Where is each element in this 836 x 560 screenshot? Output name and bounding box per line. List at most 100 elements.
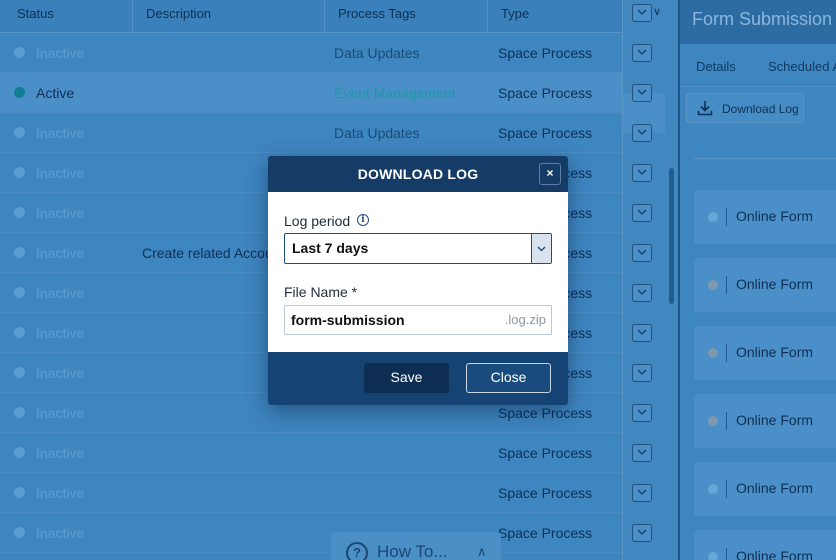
row-expand-button[interactable] (632, 44, 652, 62)
status-dot (14, 527, 25, 538)
status-text: Inactive (36, 365, 85, 381)
dialog-body: Log period i Last 7 days File Name * for… (268, 192, 568, 352)
how-to-label: How To... (377, 542, 448, 560)
file-name-input[interactable]: form-submission .log.zip (284, 305, 552, 335)
dropdown-arrow[interactable] (531, 234, 551, 263)
save-button[interactable]: Save (364, 363, 449, 393)
close-button[interactable]: Close (466, 363, 551, 393)
status-dot (14, 327, 25, 338)
close-icon[interactable]: × (539, 163, 561, 185)
table-row[interactable]: Inactive Space Process (0, 433, 622, 473)
item-status-dot (708, 484, 718, 494)
row-actions-column: ∨ (622, 0, 678, 560)
item-label: Online Form (736, 480, 814, 496)
log-period-select[interactable]: Last 7 days (284, 233, 552, 264)
type-text: Space Process (498, 125, 593, 141)
chevron-down-icon (637, 329, 647, 336)
status-dot (14, 247, 25, 258)
row-expand-button[interactable] (632, 404, 652, 422)
row-expand-button[interactable] (632, 324, 652, 342)
item-status-dot (708, 416, 718, 426)
chevron-down-icon (537, 246, 546, 252)
log-period-value: Last 7 days (292, 240, 369, 256)
status-text: Inactive (36, 125, 85, 141)
chevron-down-icon (637, 209, 647, 216)
panel-title: Form Submission (692, 9, 833, 29)
process-tag: Data Updates (334, 125, 420, 141)
table-row[interactable]: Inactive Space Process (0, 473, 622, 513)
status-text: Inactive (36, 405, 85, 421)
tab-details[interactable]: Details (696, 59, 736, 74)
status-text: Inactive (36, 325, 85, 341)
row-expand-button[interactable] (632, 444, 652, 462)
file-suffix: .log.zip (504, 312, 546, 327)
panel-list-item[interactable]: Online Form (694, 394, 836, 448)
vertical-scrollbar[interactable] (669, 168, 674, 304)
process-tag: Data Updates (334, 45, 420, 61)
table-row[interactable]: Inactive Data Updates Space Process (0, 113, 622, 153)
status-dot (14, 487, 25, 498)
column-header-type[interactable]: Type (488, 0, 622, 32)
panel-list-item[interactable]: Online Form (694, 326, 836, 380)
row-expand-button[interactable] (632, 124, 652, 142)
chevron-down-icon (637, 489, 647, 496)
table-row[interactable]: Active Event Management Space Process (0, 73, 622, 113)
item-separator (726, 208, 727, 226)
row-expand-button[interactable] (632, 284, 652, 302)
tab-scheduled[interactable]: Scheduled A (768, 59, 836, 74)
download-log-label: Download Log (722, 102, 799, 116)
chevron-down-icon (637, 169, 647, 176)
status-text: Inactive (36, 445, 85, 461)
item-label: Online Form (736, 208, 814, 224)
status-dot (14, 407, 25, 418)
item-status-dot (708, 552, 718, 560)
chevron-down-icon (637, 529, 647, 536)
status-dot (14, 287, 25, 298)
table-row[interactable]: Inactive Space Process (0, 513, 622, 553)
status-text: Inactive (36, 45, 85, 61)
type-text: Space Process (498, 45, 593, 61)
status-text: Inactive (36, 165, 85, 181)
chevron-down-icon (637, 9, 647, 16)
status-dot (14, 447, 25, 458)
panel-list-item[interactable]: Online Form (694, 462, 836, 516)
status-text: Inactive (36, 205, 85, 221)
chevron-down-icon (637, 49, 647, 56)
item-separator (726, 276, 727, 294)
type-text: Space Process (498, 445, 593, 461)
type-text: Space Process (498, 525, 593, 541)
row-expand-button[interactable] (632, 484, 652, 502)
how-to-bar[interactable]: ? How To... ∧ (331, 532, 501, 560)
file-name-value: form-submission (291, 312, 405, 328)
panel-list-item[interactable]: Online Form (694, 190, 836, 244)
status-dot (14, 367, 25, 378)
info-icon[interactable]: i (357, 214, 369, 226)
row-expand-button[interactable] (632, 204, 652, 222)
chevron-down-icon (637, 89, 647, 96)
chevron-down-icon (637, 369, 647, 376)
chevron-down-icon (637, 409, 647, 416)
column-header-description[interactable]: Description (133, 0, 325, 32)
row-expand-button[interactable] (632, 84, 652, 102)
row-expand-button[interactable] (632, 4, 652, 22)
dialog-header: DOWNLOAD LOG × (268, 156, 568, 192)
item-separator (726, 548, 727, 560)
type-text: Space Process (498, 485, 593, 501)
row-expand-button[interactable] (632, 164, 652, 182)
column-header-status[interactable]: Status (0, 0, 133, 32)
panel-list-item[interactable]: Online Form (694, 530, 836, 560)
row-expand-button[interactable] (632, 364, 652, 382)
row-expand-button[interactable] (632, 244, 652, 262)
help-icon: ? (346, 542, 368, 560)
item-separator (726, 412, 727, 430)
dialog-title: DOWNLOAD LOG (357, 166, 479, 182)
status-text: Inactive (36, 285, 85, 301)
download-log-button[interactable]: Download Log (686, 93, 804, 123)
row-expand-button[interactable] (632, 524, 652, 542)
status-dot (14, 87, 25, 98)
column-header-process-tags[interactable]: Process Tags (325, 0, 488, 32)
status-dot (14, 127, 25, 138)
file-name-label: File Name * (284, 284, 358, 300)
panel-list-item[interactable]: Online Form (694, 258, 836, 312)
table-row[interactable]: Inactive Data Updates Space Process (0, 33, 622, 73)
